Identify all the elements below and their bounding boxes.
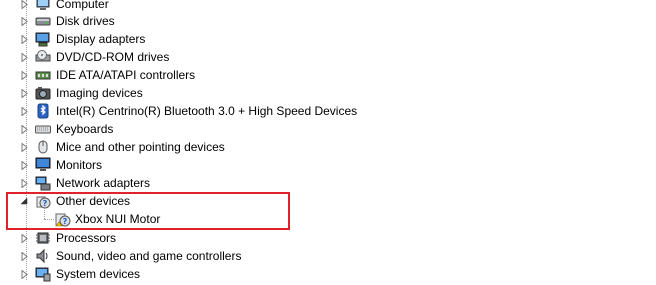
tree-item-dvd-drives[interactable]: DVD/CD-ROM drives [0, 48, 656, 66]
tree-item-processors[interactable]: Processors [0, 229, 656, 247]
keyboard-icon [35, 121, 51, 137]
tree-item-label: IDE ATA/ATAPI controllers [56, 68, 196, 82]
tree-item-label: Processors [56, 231, 117, 245]
speaker-icon [35, 248, 51, 264]
tree-item-label: Display adapters [56, 32, 146, 46]
tree-item-bluetooth[interactable]: Intel(R) Centrino(R) Bluetooth 3.0 + Hig… [0, 102, 656, 120]
system-device-icon [35, 266, 51, 282]
highlight-box [6, 192, 290, 230]
tree-item-display-adapters[interactable]: Display adapters [0, 30, 656, 48]
display-adapter-icon [35, 31, 51, 47]
expand-arrow-icon[interactable] [19, 0, 29, 9]
tree-item-keyboards[interactable]: Keyboards [0, 120, 656, 138]
expand-arrow-icon[interactable] [19, 124, 29, 134]
ide-controller-icon [35, 67, 51, 83]
expand-arrow-icon[interactable] [19, 142, 29, 152]
dvd-drive-icon [35, 49, 51, 65]
expand-arrow-icon[interactable] [19, 70, 29, 80]
tree-item-sound-video-game[interactable]: Sound, video and game controllers [0, 247, 656, 265]
expand-arrow-icon[interactable] [19, 160, 29, 170]
tree-item-label: Keyboards [56, 122, 114, 136]
expand-arrow-icon[interactable] [19, 251, 29, 261]
expand-arrow-icon[interactable] [19, 88, 29, 98]
tree-item-disk-drives[interactable]: Disk drives [0, 12, 656, 30]
tree-item-label: System devices [56, 267, 141, 281]
tree-item-label: DVD/CD-ROM drives [56, 50, 170, 64]
tree-item-label: Monitors [56, 158, 103, 172]
expand-arrow-icon[interactable] [19, 106, 29, 116]
computer-icon [35, 0, 51, 12]
tree-item-label: Intel(R) Centrino(R) Bluetooth 3.0 + Hig… [56, 104, 358, 118]
expand-arrow-icon[interactable] [19, 233, 29, 243]
processor-icon [35, 230, 51, 246]
camera-icon [35, 85, 51, 101]
tree-item-label: Sound, video and game controllers [56, 249, 242, 263]
expand-arrow-icon[interactable] [19, 178, 29, 188]
network-adapter-icon [35, 175, 51, 191]
expand-arrow-icon[interactable] [19, 52, 29, 62]
tree-item-monitors[interactable]: Monitors [0, 156, 656, 174]
tree-item-mice[interactable]: Mice and other pointing devices [0, 138, 656, 156]
expand-arrow-icon[interactable] [19, 16, 29, 26]
expand-arrow-icon[interactable] [19, 34, 29, 44]
tree-item-label: Network adapters [56, 176, 151, 190]
bluetooth-radio-icon [35, 103, 51, 119]
expand-arrow-icon[interactable] [19, 269, 29, 279]
tree-item-label: Mice and other pointing devices [56, 140, 225, 154]
tree-item-label: Computer [56, 0, 109, 11]
tree-item-label: Disk drives [56, 14, 115, 28]
mouse-icon [35, 139, 51, 155]
tree-item-ide-controllers[interactable]: IDE ATA/ATAPI controllers [0, 66, 656, 84]
monitor-icon [35, 157, 51, 173]
disk-drive-icon [35, 13, 51, 29]
tree-item-imaging-devices[interactable]: Imaging devices [0, 84, 656, 102]
tree-item-network-adapters[interactable]: Network adapters [0, 174, 656, 192]
device-tree: Computer Disk drives Display adapters DV… [0, 0, 656, 285]
tree-item-system-devices[interactable]: System devices [0, 265, 656, 283]
tree-item-label: Imaging devices [56, 86, 143, 100]
